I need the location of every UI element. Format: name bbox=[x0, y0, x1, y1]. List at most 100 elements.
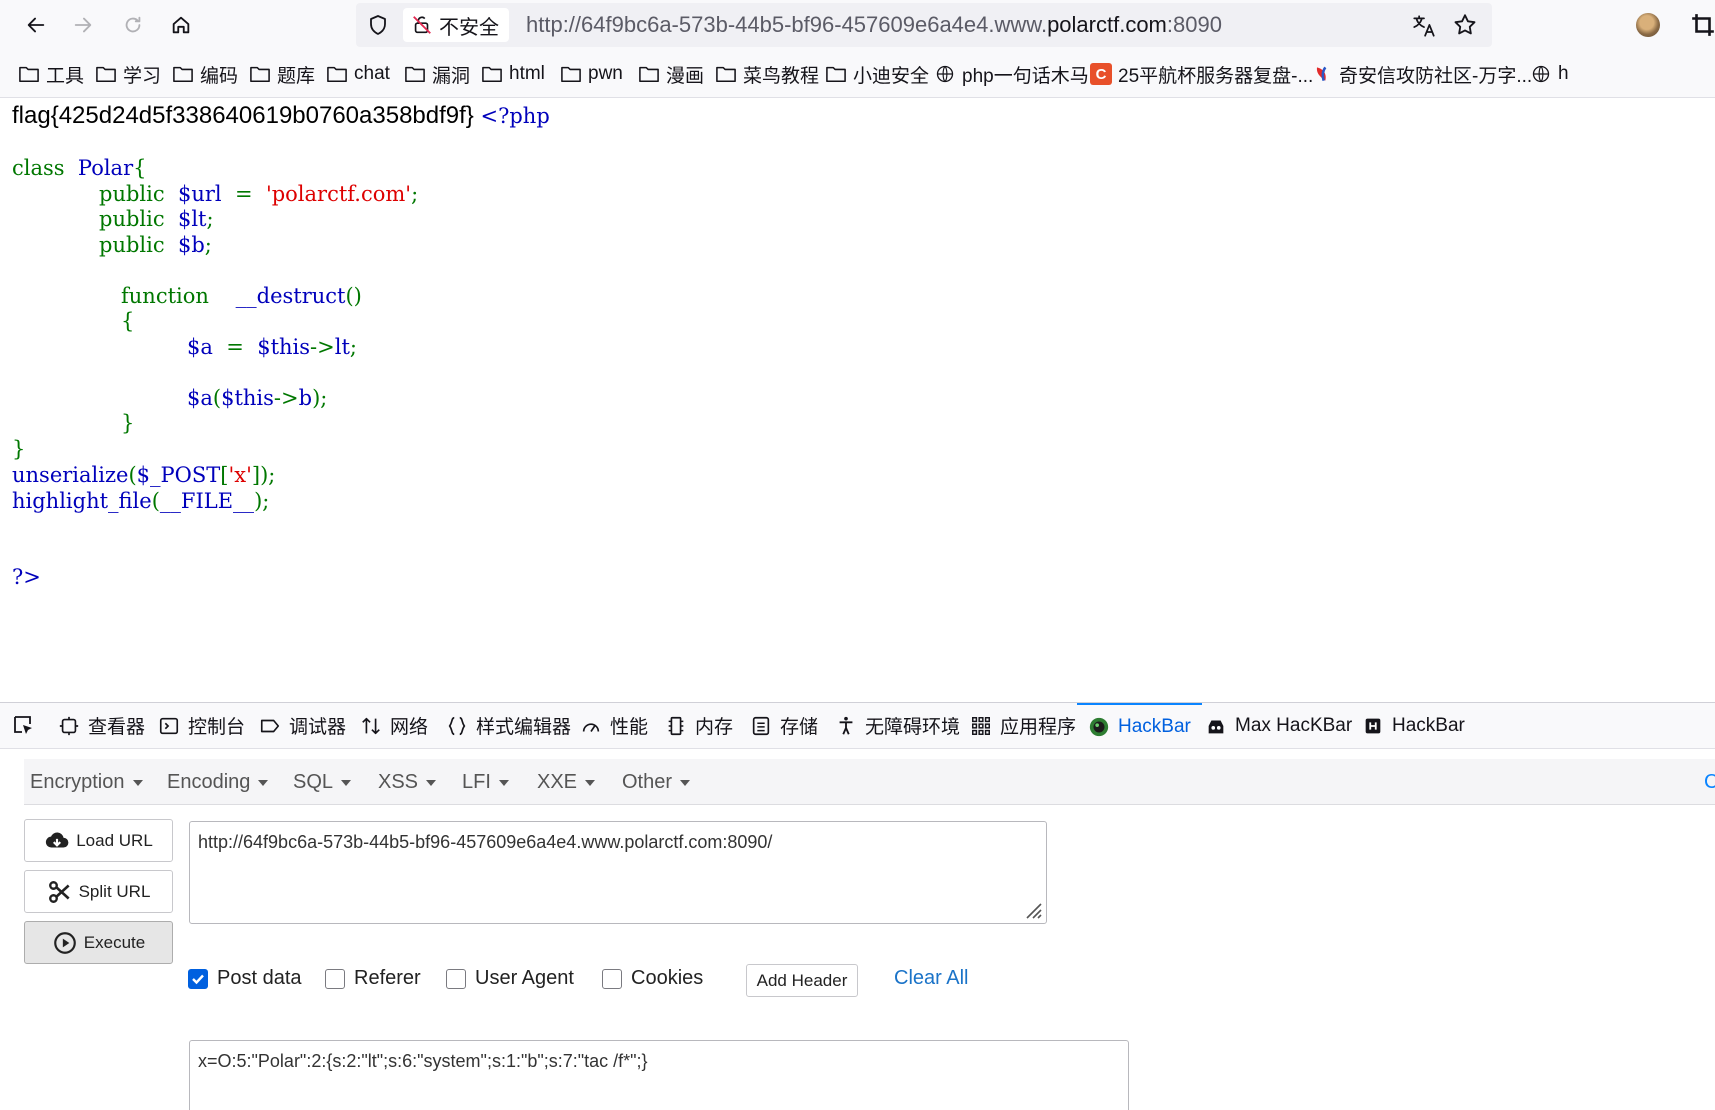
user-agent-checkbox[interactable]: User Agent bbox=[446, 967, 574, 990]
tab-max-hackbar[interactable]: Max HacKBar bbox=[1205, 703, 1352, 748]
bookmark-folder-vulns[interactable]: 漏洞 bbox=[404, 60, 470, 88]
insecure-label: 不安全 bbox=[439, 16, 499, 39]
checkbox-unchecked[interactable] bbox=[325, 968, 345, 989]
site-insecure-indicator[interactable]: 不安全 bbox=[403, 8, 509, 42]
post-data-checkbox[interactable]: Post data bbox=[188, 967, 302, 990]
tab-debugger[interactable]: 调试器 bbox=[259, 703, 346, 748]
tab-label: 性能 bbox=[610, 717, 649, 738]
url-text[interactable]: http://64f9bc6a-573b-44b5-bf96-457609e6a… bbox=[526, 12, 1222, 38]
paren-semicolon: ); bbox=[254, 489, 270, 513]
referer-checkbox[interactable]: Referer bbox=[325, 967, 421, 990]
php-close-tag: ?> bbox=[12, 565, 41, 589]
globe-icon bbox=[1532, 65, 1550, 83]
tab-storage[interactable]: 存储 bbox=[750, 703, 818, 748]
code-line-unserialize: unserialize($_POST['x']); bbox=[12, 463, 275, 487]
bookmark-overflow[interactable]: h bbox=[1530, 60, 1569, 88]
lt-property: $lt bbox=[177, 207, 207, 231]
tab-application[interactable]: 应用程序 bbox=[970, 703, 1076, 748]
resize-handle-icon[interactable] bbox=[1021, 898, 1043, 920]
folder-icon bbox=[405, 66, 425, 83]
add-header-button[interactable]: Add Header bbox=[746, 964, 858, 997]
checkbox-checked[interactable] bbox=[188, 968, 208, 989]
semicolon: ; bbox=[349, 335, 357, 359]
clear-all-link[interactable]: Clear All bbox=[894, 967, 968, 990]
menu-overflow[interactable]: C bbox=[1704, 771, 1715, 794]
bookmark-folder-chat[interactable]: chat bbox=[326, 60, 390, 88]
caret-down-icon bbox=[341, 779, 352, 786]
menu-other[interactable]: Other bbox=[622, 771, 691, 794]
element-picker-icon[interactable] bbox=[12, 714, 36, 738]
hackbar-icon bbox=[1089, 717, 1109, 736]
tab-performance[interactable]: 性能 bbox=[580, 703, 648, 748]
a-variable: $a bbox=[187, 386, 213, 410]
execute-button[interactable]: Execute bbox=[24, 921, 173, 964]
post-data-textarea[interactable]: x=O:5:"Polar":2:{s:2:"lt";s:6:"system";s… bbox=[189, 1040, 1129, 1110]
tab-inspector[interactable]: 查看器 bbox=[58, 703, 145, 748]
equals: = bbox=[226, 335, 244, 359]
bookmark-star-icon[interactable] bbox=[1452, 12, 1478, 38]
menu-label: Encryption bbox=[30, 771, 125, 793]
bookmark-folder-pwn[interactable]: pwn bbox=[560, 60, 623, 88]
menu-xxe[interactable]: XXE bbox=[537, 771, 596, 794]
parens: () bbox=[345, 284, 362, 308]
menu-encryption[interactable]: Encryption bbox=[30, 771, 143, 794]
bookmark-folder-encoding[interactable]: 编码 bbox=[172, 60, 238, 88]
menu-label: XXE bbox=[537, 771, 578, 793]
menu-xss[interactable]: XSS bbox=[378, 771, 437, 794]
home-button[interactable] bbox=[164, 8, 198, 42]
tab-network[interactable]: 网络 bbox=[360, 703, 428, 748]
menu-sql[interactable]: SQL bbox=[293, 771, 352, 794]
tab-hackbar-h[interactable]: HackBar bbox=[1362, 703, 1465, 748]
class-keyword: class bbox=[12, 156, 65, 180]
translate-icon[interactable] bbox=[1411, 13, 1437, 39]
load-url-button[interactable]: Load URL bbox=[24, 819, 173, 862]
bracket-paren: ]); bbox=[251, 463, 276, 487]
tab-console[interactable]: 控制台 bbox=[158, 703, 245, 748]
bookmark-folder-tools[interactable]: 工具 bbox=[18, 60, 84, 88]
max-hackbar-icon bbox=[1208, 720, 1224, 733]
bookmark-folder-study[interactable]: 学习 bbox=[95, 60, 161, 88]
bookmark-label: 小迪安全 bbox=[853, 65, 930, 87]
bookmark-qianxin-forum[interactable]: 奇安信攻防社区-万字... bbox=[1311, 60, 1532, 88]
tab-accessibility[interactable]: 无障碍环境 bbox=[835, 703, 960, 748]
bookmark-csdn-article[interactable]: C 25平航杯服务器复盘-... bbox=[1090, 60, 1313, 88]
check-icon bbox=[192, 974, 204, 984]
public-keyword: public bbox=[99, 207, 165, 231]
bookmark-folder-comics[interactable]: 漫画 bbox=[638, 60, 704, 88]
folder-icon bbox=[96, 66, 116, 83]
code-line-b: public $b; bbox=[99, 233, 212, 257]
qianxin-icon bbox=[1316, 66, 1327, 82]
url-textarea[interactable]: http://64f9bc6a-573b-44b5-bf96-457609e6a… bbox=[189, 821, 1047, 924]
bookmark-php-webshell[interactable]: php一句话木马 bbox=[934, 60, 1089, 88]
bookmark-folder-html[interactable]: html bbox=[481, 60, 545, 88]
split-url-button[interactable]: Split URL bbox=[24, 870, 173, 913]
folder-icon bbox=[19, 66, 39, 83]
bookmark-label: chat bbox=[354, 63, 390, 84]
back-button[interactable] bbox=[19, 8, 53, 42]
url-bar[interactable]: 不安全 http://64f9bc6a-573b-44b5-bf96-45760… bbox=[356, 3, 1492, 47]
menu-label: Encoding bbox=[167, 771, 251, 793]
tab-hackbar[interactable]: HackBar bbox=[1077, 703, 1202, 748]
bookmark-folder-problems[interactable]: 题库 bbox=[249, 60, 315, 88]
tab-style-editor[interactable]: 样式编辑器 bbox=[446, 703, 571, 748]
cookies-checkbox[interactable]: Cookies bbox=[602, 967, 703, 990]
menu-lfi[interactable]: LFI bbox=[462, 771, 509, 794]
screenshot-crop-icon[interactable] bbox=[1690, 12, 1715, 38]
tab-memory[interactable]: 内存 bbox=[665, 703, 733, 748]
console-icon bbox=[159, 717, 179, 734]
menu-encoding[interactable]: Encoding bbox=[167, 771, 269, 794]
broken-lock-icon bbox=[413, 16, 431, 34]
checkbox-unchecked[interactable] bbox=[602, 968, 622, 989]
shield-icon[interactable] bbox=[366, 13, 390, 37]
bookmark-folder-xiaodi[interactable]: 小迪安全 bbox=[825, 60, 929, 88]
checkbox-unchecked[interactable] bbox=[446, 968, 466, 989]
tab-label: 调试器 bbox=[289, 717, 347, 738]
paren: ( bbox=[212, 386, 222, 410]
reload-button[interactable] bbox=[116, 8, 150, 42]
forward-button[interactable] bbox=[66, 8, 100, 42]
account-avatar[interactable] bbox=[1636, 13, 1660, 37]
bookmark-folder-runoob[interactable]: 菜鸟教程 bbox=[715, 60, 819, 88]
url-textarea-value: http://64f9bc6a-573b-44b5-bf96-457609e6a… bbox=[198, 832, 773, 852]
folder-icon bbox=[561, 66, 581, 83]
hackbar-h-icon bbox=[1365, 718, 1381, 733]
